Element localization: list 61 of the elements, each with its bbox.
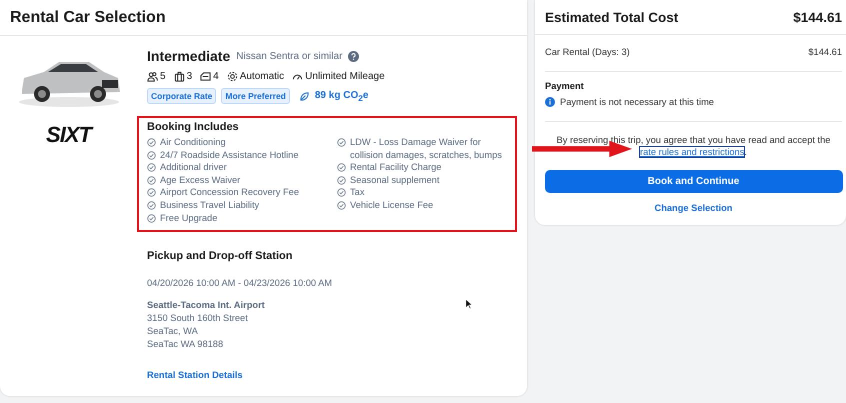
check-circle-icon <box>147 150 156 160</box>
included-item: 24/7 Roadside Assistance Hotline <box>160 148 299 162</box>
line-item-label: Car Rental (Days: 3) <box>545 47 630 57</box>
check-circle-icon <box>147 200 156 210</box>
check-circle-icon <box>147 163 156 172</box>
station-name: Seattle-Tacoma Int. Airport <box>147 300 265 310</box>
included-item: Age Excess Waiver <box>160 174 240 186</box>
suitcase-icon <box>174 71 185 82</box>
check-circle-icon <box>147 176 156 185</box>
station-details-link[interactable]: Rental Station Details <box>147 370 243 380</box>
check-circle-icon <box>337 138 346 147</box>
check-circle-icon <box>337 188 346 198</box>
included-item: Airport Concession Recovery Fee <box>160 186 299 199</box>
book-button[interactable]: Book and Continue <box>544 170 842 193</box>
gear-icon <box>226 71 238 82</box>
check-circle-icon <box>337 176 346 185</box>
included-item: Seasonal supplement <box>350 174 440 186</box>
help-icon[interactable] <box>348 50 360 62</box>
address-line: 3150 South 160th Street <box>147 313 249 324</box>
section-title: Pickup and Drop-off Station <box>147 250 294 262</box>
car-class: Intermediate <box>147 48 230 64</box>
vendor-logo: SIXT <box>46 122 91 148</box>
included-item: LDW - Loss Damage Waiver for collision damages, scratches, bumps <box>350 136 503 162</box>
included-item: Free Upgrade <box>160 212 218 224</box>
door-icon <box>200 71 212 82</box>
total-price: $144.61 <box>793 10 842 24</box>
info-icon <box>545 97 555 107</box>
included-item: Vehicle License Fee <box>350 198 434 212</box>
rate-rules-link[interactable]: rate rules and restrictions <box>640 147 744 157</box>
feature-label: 4 <box>213 71 219 82</box>
panel-title: Estimated Total Cost <box>545 10 678 24</box>
line-item-amount: $144.61 <box>808 47 842 57</box>
emissions-text: 89 kg CO$_{2}$e <box>314 90 368 102</box>
included-item: Air Conditioning <box>160 136 226 149</box>
panel-title: Rental Car Selection <box>10 8 166 26</box>
feature-label: 3 <box>186 71 192 82</box>
payment-note: Payment is not necessary at this time <box>560 97 714 107</box>
people-icon <box>147 71 158 82</box>
included-item: Additional driver <box>160 161 227 174</box>
feature-label: 5 <box>160 71 166 82</box>
mouse-cursor-icon <box>465 298 473 310</box>
change-selection-link[interactable]: Change Selection <box>654 203 732 213</box>
included-item: Business Travel Liability <box>160 198 260 212</box>
check-circle-icon <box>337 163 346 172</box>
address-line: SeaTac WA 98188 <box>147 339 224 350</box>
car-model: Nissan Sentra or similar <box>236 50 342 62</box>
rental-dates: 04/20/2026 10:00 AM - 04/23/2026 10:00 AM <box>147 278 334 288</box>
check-circle-icon <box>147 214 156 223</box>
rate-tag: More Preferred <box>221 88 290 104</box>
included-item: Tax <box>350 186 364 199</box>
check-circle-icon <box>147 188 156 198</box>
feature-label: Unlimited Mileage <box>305 71 385 82</box>
check-circle-icon <box>337 200 346 210</box>
feature-label: Automatic <box>240 71 284 82</box>
included-item: Rental Facility Charge <box>350 161 442 174</box>
rate-tag: Corporate Rate <box>147 88 216 104</box>
section-title: Payment <box>545 81 585 91</box>
leaf-icon <box>298 90 310 102</box>
check-circle-icon <box>147 138 156 147</box>
address-line: SeaTac, WA <box>147 326 199 336</box>
section-title: Booking Includes <box>147 121 240 133</box>
